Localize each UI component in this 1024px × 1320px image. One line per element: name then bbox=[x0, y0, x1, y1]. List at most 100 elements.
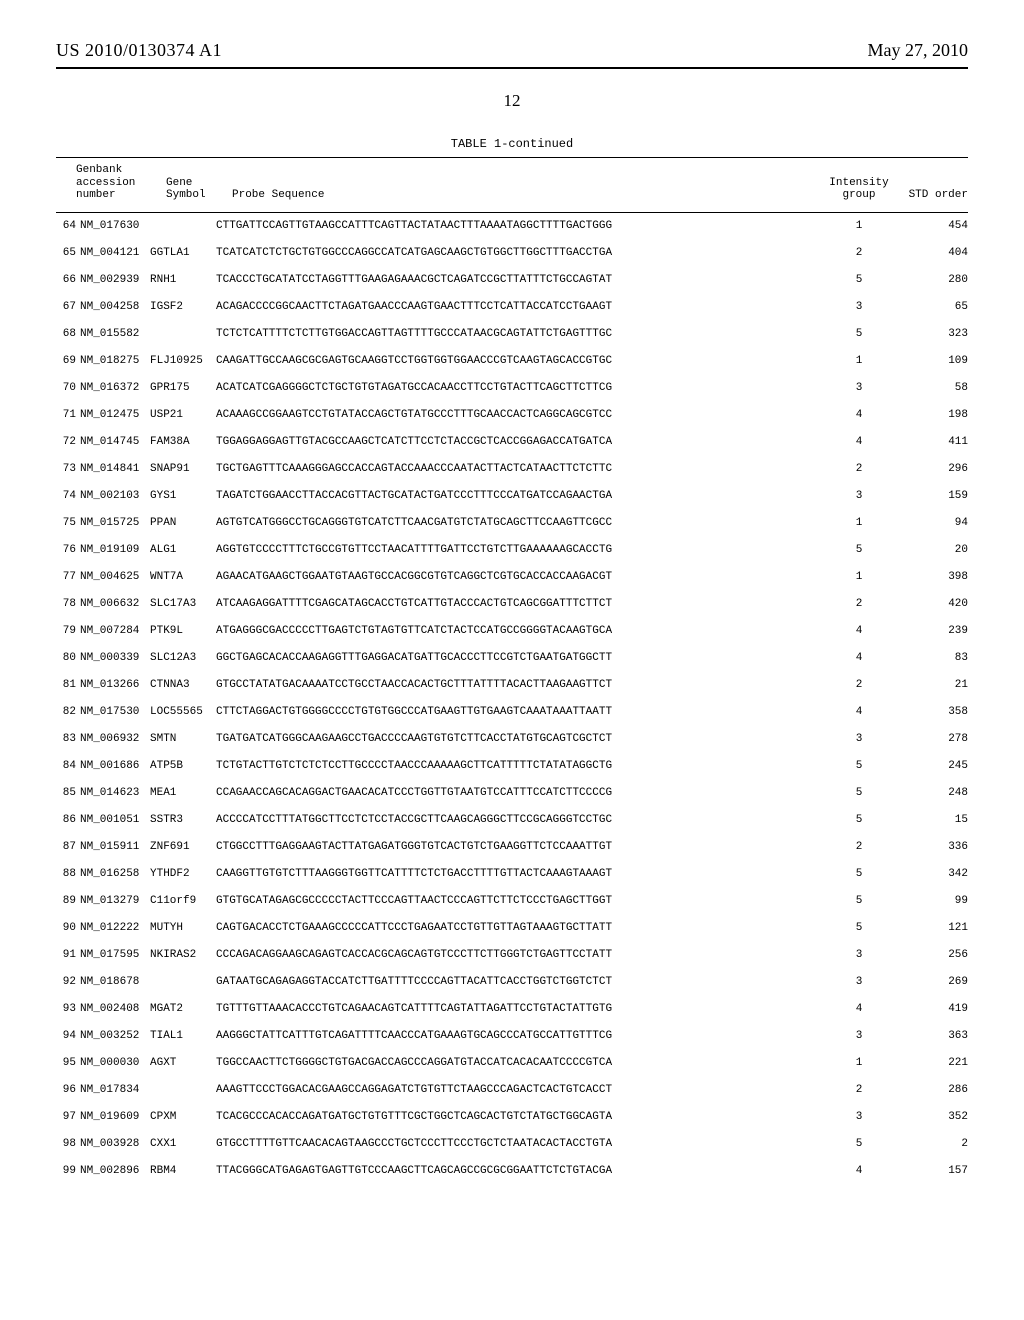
row-gene-symbol: SMTN bbox=[150, 733, 216, 745]
row-probe-sequence: ACCCCATCCTTTATGGCTTCCTCTCCTACCGCTTCAAGCA… bbox=[216, 814, 822, 826]
row-accession: NM_006632 bbox=[80, 598, 150, 610]
row-intensity-group: 1 bbox=[822, 1057, 896, 1069]
row-index: 66 bbox=[56, 274, 80, 286]
row-accession: NM_019609 bbox=[80, 1111, 150, 1123]
row-intensity-group: 5 bbox=[822, 868, 896, 880]
table-row: 74NM_002103GYS1TAGATCTGGAACCTTACCACGTTAC… bbox=[56, 483, 968, 510]
sequence-table: Genbank accession number Gene Symbol Pro… bbox=[56, 157, 968, 1185]
row-intensity-group: 3 bbox=[822, 1030, 896, 1042]
row-probe-sequence: TGGCCAACTTCTGGGGCTGTGACGACCAGCCCAGGATGTA… bbox=[216, 1057, 822, 1069]
table-row: 92NM_018678GATAATGCAGAGAGGTACCATCTTGATTT… bbox=[56, 969, 968, 996]
row-accession: NM_017595 bbox=[80, 949, 150, 961]
row-std-order: 419 bbox=[896, 1003, 968, 1015]
row-intensity-group: 4 bbox=[822, 409, 896, 421]
table-row: 80NM_000339SLC12A3GGCTGAGCACACCAAGAGGTTT… bbox=[56, 645, 968, 672]
row-probe-sequence: ACATCATCGAGGGGCTCTGCTGTGTAGATGCCACAACCTT… bbox=[216, 382, 822, 394]
row-std-order: 65 bbox=[896, 301, 968, 313]
row-std-order: 83 bbox=[896, 652, 968, 664]
row-accession: NM_017530 bbox=[80, 706, 150, 718]
row-probe-sequence: TCTGTACTTGTCTCTCTCCTTGCCCCTAACCCAAAAAGCT… bbox=[216, 760, 822, 772]
row-probe-sequence: CTTCTAGGACTGTGGGGCCCCTGTGTGGCCCATGAAGTTG… bbox=[216, 706, 822, 718]
table-row: 90NM_012222MUTYHCAGTGACACCTCTGAAAGCCCCCA… bbox=[56, 915, 968, 942]
row-probe-sequence: TTACGGGCATGAGAGTGAGTTGTCCCAAGCTTCAGCAGCC… bbox=[216, 1165, 822, 1177]
row-accession: NM_002896 bbox=[80, 1165, 150, 1177]
table-row: 97NM_019609CPXMTCACGCCCACACCAGATGATGCTGT… bbox=[56, 1104, 968, 1131]
row-probe-sequence: CCCAGACAGGAAGCAGAGTCACCACGCAGCAGTGTCCCTT… bbox=[216, 949, 822, 961]
row-accession: NM_016258 bbox=[80, 868, 150, 880]
table-row: 98NM_003928CXX1GTGCCTTTTGTTCAACACAGTAAGC… bbox=[56, 1131, 968, 1158]
table-row: 94NM_003252TIAL1AAGGGCTATTCATTTGTCAGATTT… bbox=[56, 1023, 968, 1050]
row-probe-sequence: TCACCCTGCATATCCTAGGTTTGAAGAGAAACGCTCAGAT… bbox=[216, 274, 822, 286]
row-std-order: 2 bbox=[896, 1138, 968, 1150]
row-intensity-group: 4 bbox=[822, 652, 896, 664]
row-index: 86 bbox=[56, 814, 80, 826]
row-accession: NM_002103 bbox=[80, 490, 150, 502]
table-row: 91NM_017595NKIRAS2CCCAGACAGGAAGCAGAGTCAC… bbox=[56, 942, 968, 969]
row-index: 97 bbox=[56, 1111, 80, 1123]
row-index: 71 bbox=[56, 409, 80, 421]
row-gene-symbol: YTHDF2 bbox=[150, 868, 216, 880]
row-index: 85 bbox=[56, 787, 80, 799]
row-gene-symbol: SSTR3 bbox=[150, 814, 216, 826]
row-intensity-group: 3 bbox=[822, 976, 896, 988]
row-intensity-group: 5 bbox=[822, 274, 896, 286]
table-row: 67NM_004258IGSF2ACAGACCCCGGCAACTTCTAGATG… bbox=[56, 294, 968, 321]
row-intensity-group: 2 bbox=[822, 463, 896, 475]
row-std-order: 159 bbox=[896, 490, 968, 502]
row-intensity-group: 1 bbox=[822, 220, 896, 232]
table-row: 72NM_014745FAM38ATGGAGGAGGAGTTGTACGCCAAG… bbox=[56, 429, 968, 456]
row-std-order: 404 bbox=[896, 247, 968, 259]
row-intensity-group: 4 bbox=[822, 706, 896, 718]
row-std-order: 121 bbox=[896, 922, 968, 934]
row-accession: NM_017630 bbox=[80, 220, 150, 232]
row-std-order: 21 bbox=[896, 679, 968, 691]
row-gene-symbol: MGAT2 bbox=[150, 1003, 216, 1015]
row-gene-symbol: RBM4 bbox=[150, 1165, 216, 1177]
row-index: 89 bbox=[56, 895, 80, 907]
row-probe-sequence: AGAACATGAAGCTGGAATGTAAGTGCCACGGCGTGTCAGG… bbox=[216, 571, 822, 583]
row-probe-sequence: GTGCCTTTTGTTCAACACAGTAAGCCCTGCTCCCTTCCCT… bbox=[216, 1138, 822, 1150]
row-index: 83 bbox=[56, 733, 80, 745]
row-gene-symbol: ZNF691 bbox=[150, 841, 216, 853]
table-row: 65NM_004121GGTLA1TCATCATCTCTGCTGTGGCCCAG… bbox=[56, 240, 968, 267]
row-accession: NM_003252 bbox=[80, 1030, 150, 1042]
row-gene-symbol: ATP5B bbox=[150, 760, 216, 772]
row-intensity-group: 5 bbox=[822, 544, 896, 556]
row-std-order: 358 bbox=[896, 706, 968, 718]
table-row: 78NM_006632SLC17A3ATCAAGAGGATTTTCGAGCATA… bbox=[56, 591, 968, 618]
row-gene-symbol: WNT7A bbox=[150, 571, 216, 583]
row-gene-symbol: NKIRAS2 bbox=[150, 949, 216, 961]
row-intensity-group: 4 bbox=[822, 625, 896, 637]
row-probe-sequence: TGATGATCATGGGCAAGAAGCCTGACCCCAAGTGTGTCTT… bbox=[216, 733, 822, 745]
row-index: 80 bbox=[56, 652, 80, 664]
row-probe-sequence: CTGGCCTTTGAGGAAGTACTTATGAGATGGGTGTCACTGT… bbox=[216, 841, 822, 853]
row-probe-sequence: TCATCATCTCTGCTGTGGCCCAGGCCATCATGAGCAAGCT… bbox=[216, 247, 822, 259]
row-gene-symbol: C11orf9 bbox=[150, 895, 216, 907]
table-row: 75NM_015725PPANAGTGTCATGGGCCTGCAGGGTGTCA… bbox=[56, 510, 968, 537]
table-row: 99NM_002896RBM4TTACGGGCATGAGAGTGAGTTGTCC… bbox=[56, 1158, 968, 1185]
row-std-order: 286 bbox=[896, 1084, 968, 1096]
row-probe-sequence: ACAAAGCCGGAAGTCCTGTATACCAGCTGTATGCCCTTTG… bbox=[216, 409, 822, 421]
row-probe-sequence: AGGTGTCCCCTTTCTGCCGTGTTCCTAACATTTTGATTCC… bbox=[216, 544, 822, 556]
row-index: 81 bbox=[56, 679, 80, 691]
row-index: 73 bbox=[56, 463, 80, 475]
row-std-order: 20 bbox=[896, 544, 968, 556]
row-gene-symbol: CTNNA3 bbox=[150, 679, 216, 691]
table-row: 86NM_001051SSTR3ACCCCATCCTTTATGGCTTCCTCT… bbox=[56, 807, 968, 834]
row-intensity-group: 3 bbox=[822, 490, 896, 502]
col-std-order: STD order bbox=[909, 189, 968, 201]
col-probe: Probe Sequence bbox=[232, 189, 324, 201]
row-std-order: 99 bbox=[896, 895, 968, 907]
row-probe-sequence: TCTCTCATTTTCTCTTGTGGACCAGTTAGTTTTGCCCATA… bbox=[216, 328, 822, 340]
row-accession: NM_001686 bbox=[80, 760, 150, 772]
pub-date: May 27, 2010 bbox=[868, 40, 969, 61]
row-std-order: 109 bbox=[896, 355, 968, 367]
row-std-order: 248 bbox=[896, 787, 968, 799]
row-accession: NM_015582 bbox=[80, 328, 150, 340]
table-row: 85NM_014623MEA1CCAGAACCAGCACAGGACTGAACAC… bbox=[56, 780, 968, 807]
table-row: 93NM_002408MGAT2TGTTTGTTAAACACCCTGTCAGAA… bbox=[56, 996, 968, 1023]
row-probe-sequence: TGGAGGAGGAGTTGTACGCCAAGCTCATCTTCCTCTACCG… bbox=[216, 436, 822, 448]
row-intensity-group: 5 bbox=[822, 1138, 896, 1150]
row-intensity-group: 2 bbox=[822, 841, 896, 853]
row-index: 94 bbox=[56, 1030, 80, 1042]
